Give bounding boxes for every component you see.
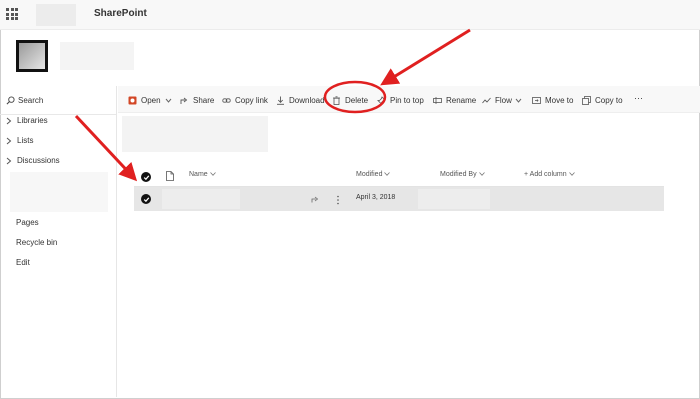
annotation-overlay — [74, 28, 471, 182]
annotation-circle-delete — [323, 80, 387, 114]
annotation-arrow-checkbox — [74, 114, 138, 182]
annotation-arrow-delete — [380, 28, 471, 86]
